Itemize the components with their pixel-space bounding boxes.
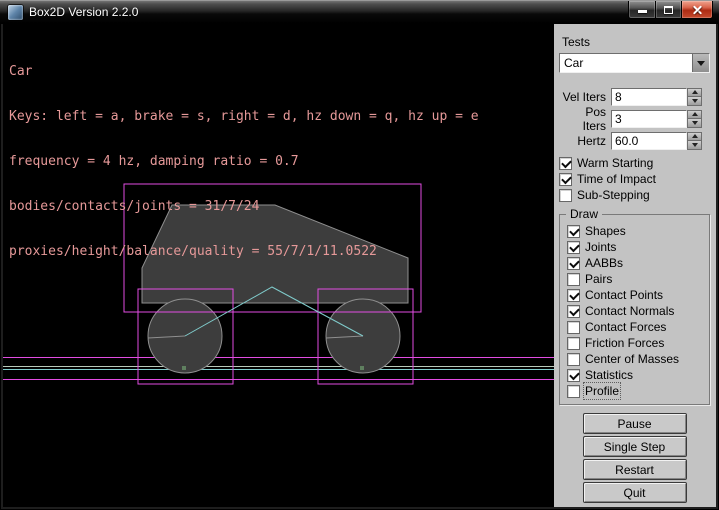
- contact-normals-checkbox[interactable]: [567, 305, 580, 318]
- arrow-up-icon: [692, 134, 698, 138]
- maximize-icon: [664, 6, 673, 14]
- control-panel: Tests Car Vel Iters Pos Iters: [554, 24, 716, 507]
- solver-toggles: Warm Starting Time of Impact Sub-Steppin…: [559, 155, 710, 203]
- vel-iters-label: Vel Iters: [559, 90, 611, 104]
- pairs-label: Pairs: [585, 272, 612, 286]
- pos-iters-down-button[interactable]: [687, 119, 702, 128]
- aabbs-row[interactable]: AABBs: [567, 255, 705, 271]
- test-title-text: Car: [9, 64, 479, 79]
- quit-button[interactable]: Quit: [583, 482, 687, 503]
- center-of-masses-row[interactable]: Center of Masses: [567, 351, 705, 367]
- draw-group: Draw Shapes Joints AABBs Pairs Contact P…: [559, 214, 710, 405]
- single-step-button[interactable]: Single Step: [583, 436, 687, 457]
- contact-normals-row[interactable]: Contact Normals: [567, 303, 705, 319]
- statistics-row[interactable]: Statistics: [567, 367, 705, 383]
- joints-row[interactable]: Joints: [567, 239, 705, 255]
- app-icon: [8, 5, 23, 20]
- warm-starting-label: Warm Starting: [577, 156, 653, 170]
- statistics-checkbox[interactable]: [567, 369, 580, 382]
- frequency-text: frequency = 4 hz, damping ratio = 0.7: [9, 154, 479, 169]
- joints-checkbox[interactable]: [567, 241, 580, 254]
- joints-label: Joints: [585, 240, 616, 254]
- pos-iters-up-button[interactable]: [687, 110, 702, 119]
- profile-label: Profile: [585, 384, 619, 398]
- keys-help-text: Keys: left = a, brake = s, right = d, hz…: [9, 109, 479, 124]
- vel-iters-input[interactable]: [611, 88, 687, 106]
- contact-points-row[interactable]: Contact Points: [567, 287, 705, 303]
- pairs-checkbox[interactable]: [567, 273, 580, 286]
- titlebar[interactable]: Box2D Version 2.2.0: [0, 0, 719, 24]
- friction-forces-row[interactable]: Friction Forces: [567, 335, 705, 351]
- window-title: Box2D Version 2.2.0: [29, 5, 138, 19]
- pause-button[interactable]: Pause: [583, 413, 687, 434]
- warm-starting-checkbox[interactable]: [559, 157, 572, 170]
- chevron-down-icon: [697, 61, 705, 66]
- contact-forces-row[interactable]: Contact Forces: [567, 319, 705, 335]
- hertz-label: Hertz: [559, 134, 611, 148]
- contact-normals-label: Contact Normals: [585, 304, 674, 318]
- contact-points-checkbox[interactable]: [567, 289, 580, 302]
- warm-starting-row[interactable]: Warm Starting: [559, 155, 710, 171]
- close-button[interactable]: [681, 1, 713, 19]
- arrow-up-icon: [692, 90, 698, 94]
- stats-proxies-text: proxies/height/balance/quality = 55/7/1/…: [9, 244, 479, 259]
- maximize-button[interactable]: [655, 1, 682, 19]
- stats-bodies-text: bodies/contacts/joints = 31/7/24: [9, 199, 479, 214]
- app-window: Box2D Version 2.2.0: [0, 0, 719, 510]
- pos-iters-row: Pos Iters: [559, 109, 710, 128]
- tests-dropdown[interactable]: Car: [559, 53, 710, 73]
- pos-iters-label: Pos Iters: [559, 105, 611, 133]
- profile-row[interactable]: Profile: [567, 383, 705, 399]
- debug-text-overlay: Car Keys: left = a, brake = s, right = d…: [9, 34, 479, 289]
- shapes-row[interactable]: Shapes: [567, 223, 705, 239]
- shapes-checkbox[interactable]: [567, 225, 580, 238]
- right-contact-point: [360, 366, 364, 370]
- spinner-section: Vel Iters Pos Iters Hertz: [559, 87, 710, 150]
- shapes-label: Shapes: [585, 224, 626, 238]
- contact-forces-checkbox[interactable]: [567, 321, 580, 334]
- time-of-impact-row[interactable]: Time of Impact: [559, 171, 710, 187]
- statistics-label: Statistics: [585, 368, 633, 382]
- sub-stepping-row[interactable]: Sub-Stepping: [559, 187, 710, 203]
- hertz-down-button[interactable]: [687, 141, 702, 150]
- caption-buttons: [629, 1, 713, 19]
- left-contact-point: [182, 366, 186, 370]
- draw-group-title: Draw: [566, 207, 602, 221]
- vel-iters-up-button[interactable]: [687, 88, 702, 97]
- sub-stepping-checkbox[interactable]: [559, 189, 572, 202]
- aabbs-label: AABBs: [585, 256, 623, 270]
- sub-stepping-label: Sub-Stepping: [577, 188, 650, 202]
- minimize-button[interactable]: [628, 1, 656, 19]
- center-of-masses-label: Center of Masses: [585, 352, 679, 366]
- aabbs-checkbox[interactable]: [567, 257, 580, 270]
- arrow-up-icon: [692, 112, 698, 116]
- close-icon: [692, 4, 703, 15]
- arrow-down-icon: [692, 99, 698, 103]
- simulation-canvas[interactable]: Car Keys: left = a, brake = s, right = d…: [3, 24, 554, 507]
- arrow-down-icon: [692, 143, 698, 147]
- tests-dropdown-value: Car: [560, 54, 692, 72]
- profile-checkbox[interactable]: [567, 385, 580, 398]
- friction-forces-checkbox[interactable]: [567, 337, 580, 350]
- hertz-up-button[interactable]: [687, 132, 702, 141]
- action-buttons: Pause Single Step Restart Quit: [559, 413, 710, 505]
- vel-iters-row: Vel Iters: [559, 87, 710, 106]
- hertz-input[interactable]: [611, 132, 687, 150]
- tests-dropdown-arrow-button[interactable]: [692, 54, 709, 72]
- contact-forces-label: Contact Forces: [585, 320, 666, 334]
- tests-label: Tests: [562, 35, 710, 49]
- time-of-impact-label: Time of Impact: [577, 172, 656, 186]
- pairs-row[interactable]: Pairs: [567, 271, 705, 287]
- contact-points-label: Contact Points: [585, 288, 663, 302]
- time-of-impact-checkbox[interactable]: [559, 173, 572, 186]
- vel-iters-down-button[interactable]: [687, 97, 702, 106]
- minimize-icon: [638, 10, 647, 13]
- pos-iters-input[interactable]: [611, 110, 687, 128]
- arrow-down-icon: [692, 121, 698, 125]
- restart-button[interactable]: Restart: [583, 459, 687, 480]
- friction-forces-label: Friction Forces: [585, 336, 664, 350]
- center-of-masses-checkbox[interactable]: [567, 353, 580, 366]
- hertz-row: Hertz: [559, 131, 710, 150]
